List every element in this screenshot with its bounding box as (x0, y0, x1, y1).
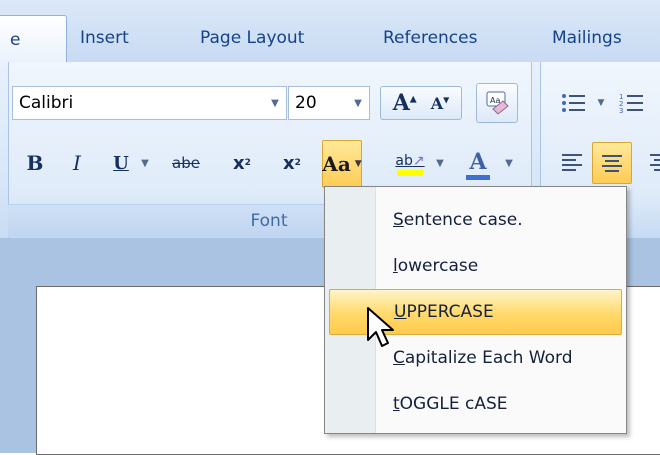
tab-label: Insert (80, 28, 129, 48)
menu-item-label: apitalize Each Word (404, 348, 573, 368)
menu-item-accel: t (393, 394, 400, 414)
font-name-combo[interactable]: Calibri ▼ (12, 86, 287, 120)
highlighter-icon: ab↗ (395, 153, 425, 176)
superscript-button[interactable]: x2 (272, 145, 312, 181)
clear-formatting-icon: Aa (486, 91, 509, 115)
tab-page-layout[interactable]: Page Layout (200, 18, 304, 58)
shrink-font-button[interactable]: A▼ (431, 94, 450, 113)
chevron-down-icon[interactable]: ▼ (432, 145, 448, 181)
tab-references[interactable]: References (383, 18, 477, 58)
bold-button[interactable]: B (22, 145, 48, 181)
grow-font-button[interactable]: A▲ (393, 90, 417, 116)
align-left-icon (562, 154, 582, 171)
tab-home[interactable]: e (0, 15, 67, 63)
chevron-down-icon[interactable]: ▼ (500, 145, 518, 181)
tab-label: Mailings (552, 28, 622, 48)
font-size-value: 20 (295, 93, 317, 113)
tab-mailings[interactable]: Mailings (552, 18, 622, 58)
tab-insert[interactable]: Insert (80, 18, 129, 58)
strikethrough-button[interactable]: abe (166, 145, 206, 181)
bullets-icon (562, 94, 585, 112)
underline-button[interactable]: U (108, 145, 134, 181)
numbering-icon: 1 2 3 (619, 93, 643, 114)
mouse-cursor-icon (367, 307, 394, 347)
clear-formatting-button[interactable]: Aa (476, 83, 518, 123)
align-center-icon (602, 155, 622, 172)
tab-label: e (10, 29, 21, 50)
menu-item-accel: S (393, 210, 404, 230)
menu-item-label: PPERCASE (406, 302, 494, 322)
font-color-icon: A (466, 149, 490, 180)
svg-text:3: 3 (619, 107, 623, 114)
align-right-button[interactable] (640, 142, 660, 182)
font-size-combo[interactable]: 20 ▼ (288, 86, 370, 120)
menu-item-label: OGGLE cASE (399, 394, 508, 414)
align-center-button[interactable] (592, 142, 632, 184)
text-highlight-button[interactable]: ab↗ (390, 142, 430, 186)
italic-button[interactable]: I (64, 145, 90, 181)
chevron-down-icon[interactable]: ▼ (594, 86, 608, 120)
menu-item-label: owercase (397, 256, 479, 276)
menu-item-lowercase[interactable]: l owercase (329, 243, 622, 289)
menu-item-label: entence case. (403, 210, 523, 230)
font-color-button[interactable]: A (460, 142, 496, 186)
tab-label: Page Layout (200, 28, 305, 48)
align-right-icon (650, 154, 660, 171)
menu-item-toggle-case[interactable]: t OGGLE cASE (329, 381, 622, 427)
menu-item-accel: C (393, 348, 405, 368)
subscript-button[interactable]: x2 (222, 145, 262, 181)
bullets-button[interactable] (554, 86, 594, 120)
grow-shrink-font-buttons: A▲ A▼ (380, 86, 462, 120)
tab-label: References (383, 28, 478, 48)
chevron-down-icon[interactable]: ▼ (264, 98, 286, 109)
change-case-button[interactable]: Aa ▼ (322, 140, 362, 188)
change-case-label: Aa (322, 152, 351, 176)
numbering-button[interactable]: 1 2 3 (612, 86, 652, 120)
chevron-down-icon[interactable]: ▼ (136, 145, 154, 181)
font-name-value: Calibri (19, 93, 74, 113)
chevron-down-icon[interactable]: ▼ (347, 98, 369, 109)
chevron-down-icon: ▼ (354, 159, 362, 169)
menu-item-sentence-case[interactable]: Sentence case. (329, 197, 622, 243)
align-left-button[interactable] (552, 142, 592, 182)
